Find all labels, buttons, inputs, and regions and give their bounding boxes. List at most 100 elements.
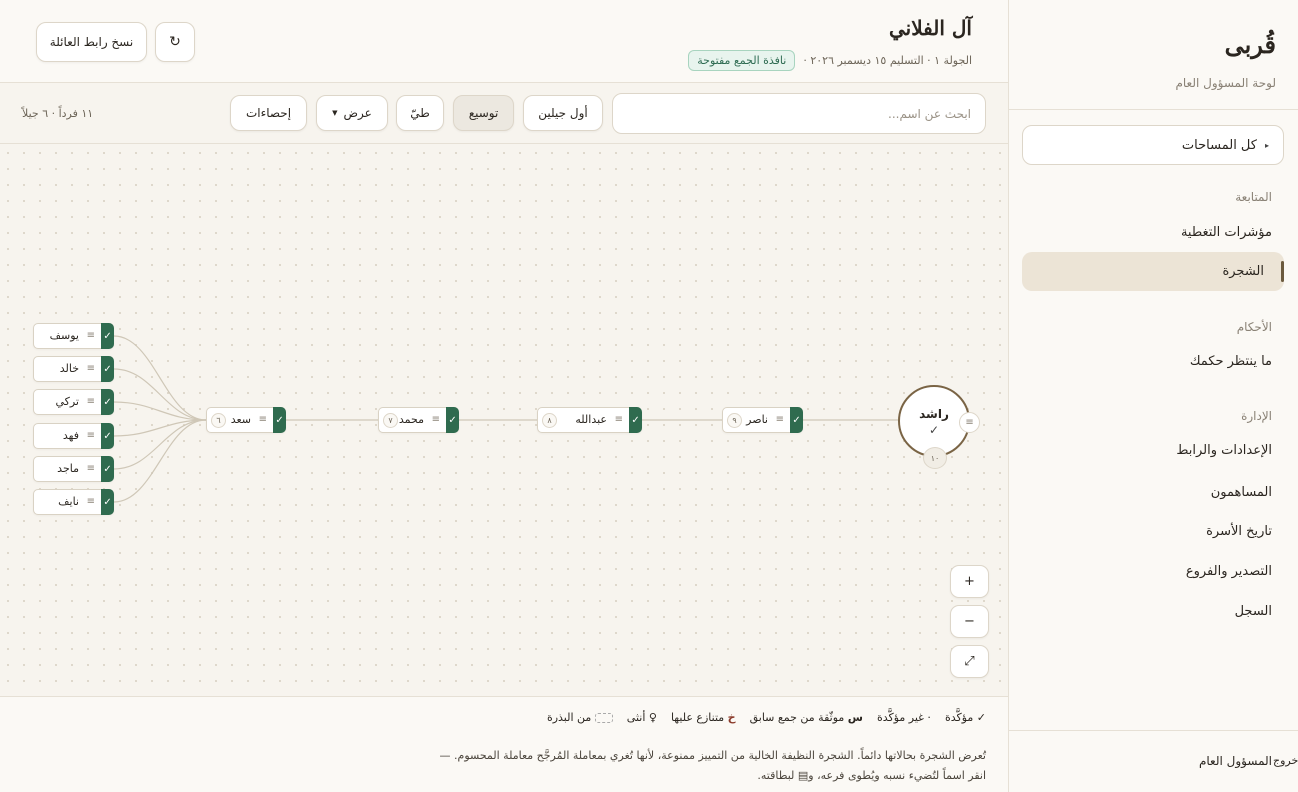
person-name: عبدالله (575, 413, 607, 426)
card-icon[interactable]: ≡ (432, 414, 440, 425)
expand-button[interactable]: توسيع (453, 95, 514, 131)
legend-seed: من البذرة (547, 711, 613, 724)
check-icon: ✓ (101, 356, 114, 382)
tree-edges (113, 335, 898, 503)
round-info: الجولة ١ · التسليم ١٥ ديسمبر ٢٠٢٦ · (803, 54, 972, 67)
first-two-generations-button[interactable]: أول جيلين (523, 95, 603, 131)
logout-link[interactable]: خروج (1273, 754, 1298, 767)
section-title-rulings: الأحكام (1236, 320, 1272, 334)
tree-edge (113, 368, 207, 421)
check-icon: ✓ (101, 323, 114, 349)
collapse-button[interactable]: طيّ (396, 95, 444, 131)
section-title-follow: المتابعة (1235, 190, 1272, 204)
active-indicator (1281, 261, 1284, 282)
zoom-out-button[interactable]: − (950, 605, 989, 638)
tree-node-leaf[interactable]: ✓ ≡ فهد (33, 423, 114, 449)
tree-node[interactable]: ✓ ≡ سعد ٦ (206, 407, 286, 433)
page-header: آل الفلاني الجولة ١ · التسليم ١٥ ديسمبر … (0, 0, 1008, 83)
person-name: تركي (55, 395, 79, 408)
zoom-in-button[interactable]: + (950, 565, 989, 598)
copy-link-button[interactable]: نسخ رابط العائلة (36, 22, 147, 62)
person-name: نايف (58, 495, 79, 508)
check-icon: ✓ (790, 407, 803, 433)
sidebar-item-log[interactable]: السجل (1235, 604, 1272, 619)
tree-node[interactable]: ✓ ≡ محمد ٧ (378, 407, 459, 433)
brand-subtitle: لوحة المسؤول العام (1175, 76, 1276, 90)
person-name: ناصر (746, 413, 768, 426)
sidebar-item-coverage[interactable]: مؤشرات التغطية (1181, 225, 1272, 240)
card-icon[interactable]: ≡ (87, 396, 95, 407)
chevron-down-icon: ▼ (332, 109, 338, 117)
sidebar-item-pending[interactable]: ما ينتظر حكمك (1190, 354, 1272, 369)
person-name: يوسف (49, 329, 79, 342)
tree-node-leaf[interactable]: ✓ ≡ نايف (33, 489, 114, 515)
person-name: خالد (59, 362, 79, 375)
divider (1009, 730, 1298, 731)
legend-disputed: خ متنازع عليها (671, 711, 736, 724)
legend-seed-label: من البذرة (546, 711, 592, 724)
check-icon: ✓ (928, 423, 940, 437)
tree-node[interactable]: ✓ ≡ عبدالله ٨ (537, 407, 642, 433)
generation-badge: ٩ (727, 413, 742, 428)
card-icon[interactable]: ≡ (87, 463, 95, 474)
tree-counter: ١١ فرداً · ٦ جيلاً (22, 107, 94, 120)
divider (1009, 109, 1298, 110)
sidebar-item-tree[interactable]: الشجرة (1022, 252, 1284, 291)
stats-button[interactable]: إحصاءات (230, 95, 307, 131)
check-icon: ✓ (101, 389, 114, 415)
check-icon: ✓ (629, 407, 642, 433)
tree-node-leaf[interactable]: ✓ ≡ خالد (33, 356, 114, 382)
fit-view-button[interactable]: ⤢ (950, 645, 989, 678)
note-line-1: تُعرض الشجرة بحالاتها دائماً. الشجرة الن… (439, 749, 986, 762)
tree-edge (113, 419, 207, 503)
card-icon[interactable]: ≡ (959, 412, 980, 433)
tree-node[interactable]: ✓ ≡ ناصر ٩ (722, 407, 803, 433)
legend-disputed-key: خ (727, 711, 736, 724)
refresh-button[interactable]: ↻ (155, 22, 195, 62)
seed-icon (594, 713, 613, 723)
sidebar-item-contributors[interactable]: المساهمون (1211, 485, 1272, 500)
tree-node-leaf[interactable]: ✓ ≡ ماجد (33, 456, 114, 482)
space-select[interactable]: ▸ كل المساحات (1022, 125, 1284, 165)
brand-logo: قُربى (1224, 30, 1276, 59)
legend-footer: ✓ مؤكَّدة · غير مؤكَّدة س موثّقة من جمع … (0, 696, 1008, 792)
tree-node-leaf[interactable]: ✓ ≡ تركي (33, 389, 114, 415)
root-node[interactable]: راشد ✓ ≡ ١٠ (898, 385, 980, 469)
view-label: عرض (343, 106, 372, 120)
check-icon: ✓ (446, 407, 459, 433)
view-dropdown[interactable]: عرض ▼ (316, 95, 388, 131)
card-icon[interactable]: ≡ (259, 414, 267, 425)
sidebar-item-settings[interactable]: الإعدادات والرابط (1176, 443, 1272, 458)
user-name: المسؤول العام (1198, 754, 1272, 768)
generation-badge: ١٠ (923, 447, 947, 469)
check-icon: ✓ (101, 456, 114, 482)
legend-previous: س موثّقة من جمع سابق (750, 711, 863, 724)
person-name: محمد (398, 413, 424, 426)
page-title: آل الفلاني (889, 16, 972, 40)
tree-edge (113, 335, 207, 421)
round-meta: الجولة ١ · التسليم ١٥ ديسمبر ٢٠٢٦ · نافذ… (688, 50, 972, 71)
refresh-icon: ↻ (169, 34, 181, 50)
sidebar-item-export[interactable]: التصدير والفروع (1186, 564, 1272, 579)
card-icon[interactable]: ≡ (87, 330, 95, 341)
card-icon[interactable]: ≡ (87, 430, 95, 441)
section-title-admin: الإدارة (1241, 409, 1272, 423)
tree-node-leaf[interactable]: ✓ ≡ يوسف (33, 323, 114, 349)
check-icon: ✓ (273, 407, 286, 433)
sidebar: قُربى لوحة المسؤول العام ▸ كل المساحات ا… (1008, 0, 1298, 792)
legend: ✓ مؤكَّدة · غير مؤكَّدة س موثّقة من جمع … (547, 711, 986, 724)
root-name: راشد (919, 407, 949, 421)
person-name: سعد (230, 413, 251, 426)
card-icon[interactable]: ≡ (87, 363, 95, 374)
sidebar-item-history[interactable]: تاريخ الأسرة (1206, 524, 1272, 539)
card-icon[interactable]: ≡ (87, 496, 95, 507)
generation-badge: ٦ (211, 413, 226, 428)
sidebar-item-label: الشجرة (1222, 264, 1264, 279)
generation-badge: ٨ (542, 413, 557, 428)
caret-icon: ▸ (1264, 140, 1269, 150)
tree-canvas[interactable]: ✓ ≡ ناصر ٩ ✓ ≡ عبدالله ٨ ✓ ≡ محمد ٧ ✓ ≡ سعد ٦ ✓ ≡ يوسف ✓ ≡ خا… (0, 145, 1008, 696)
card-icon[interactable]: ≡ (776, 414, 784, 425)
tree-toolbar: أول جيلين توسيع طيّ عرض ▼ إحصاءات ١١ فرد… (0, 84, 1008, 144)
card-icon[interactable]: ≡ (615, 414, 623, 425)
search-input[interactable] (612, 93, 986, 134)
